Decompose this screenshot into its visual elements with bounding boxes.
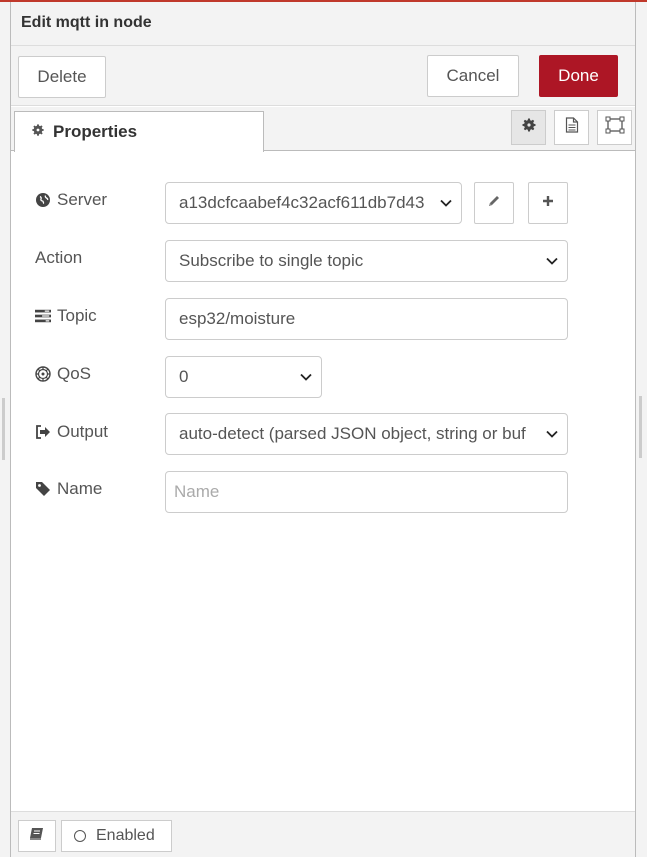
name-placeholder: Name [174, 482, 220, 501]
name-label: Name [57, 479, 103, 498]
node-help-button[interactable] [18, 820, 56, 852]
done-button[interactable]: Done [539, 55, 618, 97]
file-text-icon [565, 117, 579, 138]
name-label-row: Name [35, 479, 102, 499]
tab-properties[interactable]: Properties [14, 111, 264, 152]
qos-label: QoS [57, 364, 92, 383]
enabled-toggle[interactable]: Enabled [61, 820, 172, 852]
plus-icon [542, 194, 554, 212]
output-label-row: Output [35, 422, 108, 442]
sign-out-icon [35, 425, 51, 439]
circle-icon [74, 830, 86, 842]
action-value: Subscribe to single topic [179, 251, 364, 270]
tray-title: Edit mqtt in node [21, 14, 152, 31]
gear-icon [31, 123, 45, 141]
delete-button[interactable]: Delete [18, 56, 106, 98]
topic-label-row: Topic [35, 306, 97, 326]
action-label: Action [35, 248, 83, 267]
tray-header: Edit mqtt in node [11, 2, 635, 46]
book-icon [29, 827, 45, 846]
resize-handle-right[interactable] [639, 396, 642, 458]
output-label: Output [57, 422, 109, 441]
output-select[interactable]: auto-detect (parsed JSON object, string … [165, 413, 568, 455]
tasks-icon [35, 309, 51, 323]
tag-icon [35, 481, 51, 497]
action-select[interactable]: Subscribe to single topic [165, 240, 568, 282]
qos-select[interactable]: 0 [165, 356, 322, 398]
appearance-tab-button[interactable] [597, 110, 632, 145]
chevron-down-icon [440, 199, 452, 207]
chevron-down-icon [546, 257, 558, 265]
topic-value: esp32/moisture [179, 309, 296, 328]
qos-label-row: QoS [35, 364, 91, 384]
server-select[interactable]: a13dcfcaabef4c32acf611db7d43 [165, 182, 462, 224]
chevron-down-icon [300, 373, 312, 381]
add-server-button[interactable] [528, 182, 568, 224]
description-tab-button[interactable] [554, 110, 589, 145]
enabled-label: Enabled [96, 827, 155, 844]
qos-value: 0 [179, 367, 189, 386]
edit-tray: Edit mqtt in node Delete Cancel Done Pro… [10, 2, 636, 857]
empire-icon [35, 366, 51, 382]
output-value: auto-detect (parsed JSON object, string … [179, 424, 526, 443]
server-label: Server [57, 190, 108, 209]
resize-handle-left[interactable] [2, 398, 5, 460]
globe-icon [35, 192, 51, 208]
pencil-icon [487, 194, 501, 213]
tab-properties-label: Properties [53, 122, 138, 141]
topic-label: Topic [57, 306, 97, 325]
name-input[interactable]: Name [165, 471, 568, 513]
action-label-row: Action [35, 248, 82, 268]
cancel-button[interactable]: Cancel [427, 55, 519, 97]
window-maximize-icon [605, 116, 625, 139]
tray-toolbar: Delete Cancel Done [11, 46, 635, 106]
chevron-down-icon [546, 430, 558, 438]
topic-input[interactable]: esp32/moisture [165, 298, 568, 340]
settings-tab-button[interactable] [511, 110, 546, 145]
server-label-row: Server [35, 190, 107, 210]
tab-bar: Properties [11, 107, 635, 152]
gear-icon [521, 117, 537, 138]
tray-footer: Enabled [11, 811, 635, 857]
server-value: a13dcfcaabef4c32acf611db7d43 [179, 193, 425, 212]
edit-server-button[interactable] [474, 182, 514, 224]
